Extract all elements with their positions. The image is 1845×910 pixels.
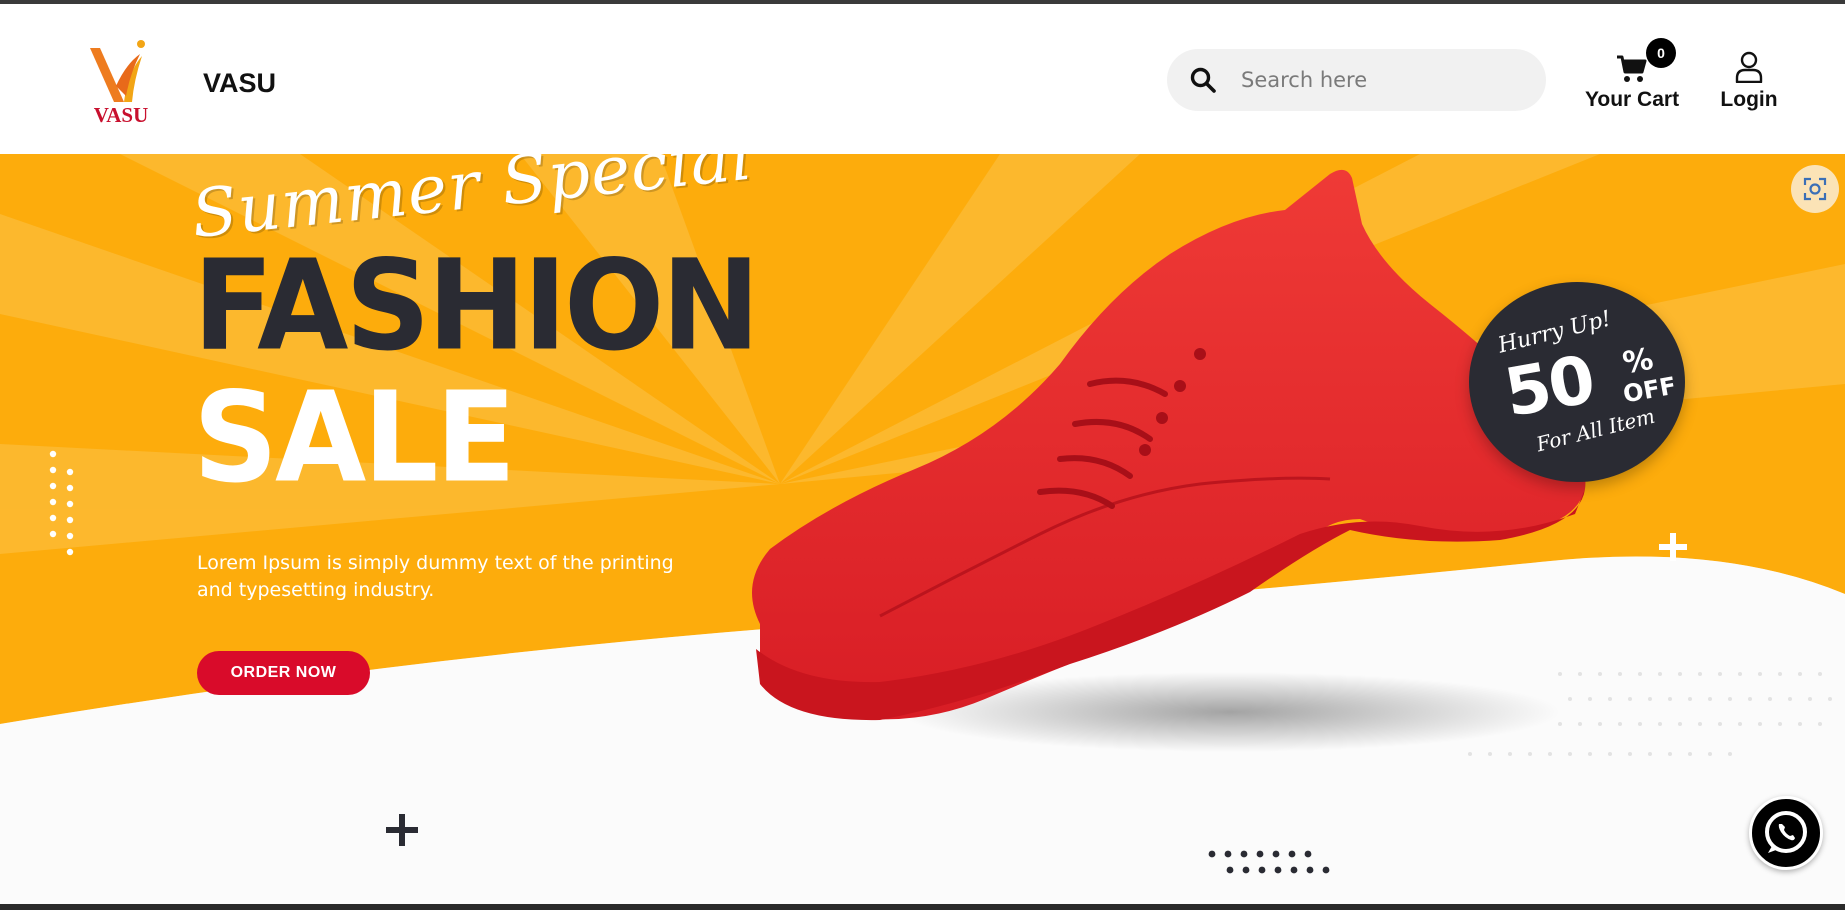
discount-tag: Hurry Up! 50 % OFF For All Item (1469, 282, 1687, 492)
logo-text: VASU (94, 103, 148, 126)
cart-label: Your Cart (1584, 88, 1680, 111)
brand-name: VASU (203, 68, 277, 98)
search-icon[interactable] (1189, 66, 1217, 94)
discount-tag-percent: 50 (1498, 340, 1599, 433)
user-icon (1735, 51, 1763, 83)
hero-headline-fashion: FASHION (193, 232, 760, 379)
whatsapp-icon (1765, 811, 1807, 853)
login-button[interactable]: Login (1716, 48, 1782, 118)
hero-banner: Summer Special FASHION SALE Lorem Ipsum … (0, 154, 1845, 904)
hero-headline-sale: SALE (193, 364, 516, 511)
order-now-button[interactable]: ORDER NOW (197, 651, 370, 695)
scan-icon (1803, 177, 1827, 201)
search-input[interactable] (1241, 59, 1521, 101)
cart-count-badge: 0 (1646, 38, 1676, 68)
scan-button[interactable] (1791, 165, 1839, 213)
search-bar[interactable] (1167, 49, 1546, 111)
site-header: VASU VASU 0 Your Cart Login (0, 4, 1845, 154)
bottom-border (0, 904, 1845, 910)
vasu-logo[interactable]: VASU (80, 34, 162, 126)
whatsapp-button[interactable] (1749, 796, 1823, 870)
login-label: Login (1720, 88, 1778, 111)
cart-icon (1617, 55, 1647, 82)
cart-button[interactable]: 0 Your Cart (1580, 38, 1684, 118)
hero-tagline: Lorem Ipsum is simply dummy text of the … (197, 552, 674, 601)
